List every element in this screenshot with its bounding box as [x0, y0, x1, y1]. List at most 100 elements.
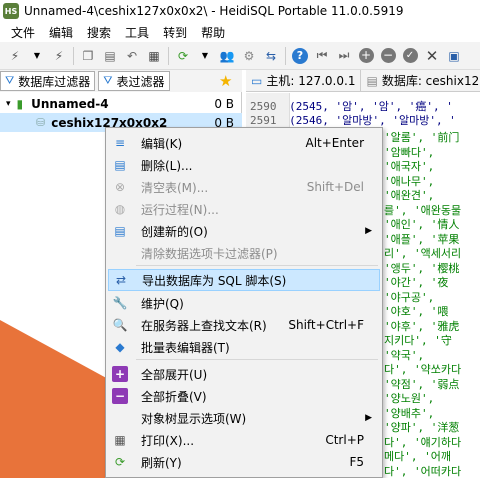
first-record-icon[interactable]: ⏮	[313, 47, 331, 65]
context-menu-item-label: 维护(Q)	[141, 296, 184, 311]
wrench-icon: 🔧	[112, 296, 128, 310]
context-menu-item[interactable]: ⟳ 刷新(Y) F5	[108, 451, 380, 473]
refresh-icon: ⟳	[114, 455, 126, 469]
expand-all-icon: +	[112, 366, 128, 382]
connect-icon[interactable]: ⚡	[6, 47, 24, 65]
host-icon: ▭	[251, 73, 263, 88]
context-menu-item[interactable]: 🔍 在服务器上查找文本(R) Shift+Ctrl+F	[108, 314, 380, 336]
tree-node-server[interactable]: ▾ ▮ Unnamed-4 0 B	[0, 94, 242, 113]
empty-table-icon: ⊗	[114, 180, 126, 194]
context-menu-item-label: 全部折叠(V)	[141, 389, 207, 404]
context-menu-item[interactable]: ◆ 批量表编辑器(T)	[108, 336, 380, 358]
context-menu-item[interactable]: − 全部折叠(V)	[108, 385, 380, 407]
database-filter-label: 数据库过滤器	[18, 74, 91, 89]
database-filter-button[interactable]: ⛛ 数据库过滤器	[0, 71, 96, 91]
table-filter-label: 表过滤器	[116, 74, 165, 89]
refresh-toolbar-icon[interactable]: ⟳	[174, 47, 192, 65]
dropdown-arrow-icon[interactable]: ▼	[28, 47, 46, 65]
context-menu-shortcut: Alt+Enter	[305, 136, 364, 150]
favorite-star-icon[interactable]: ★	[219, 72, 232, 90]
line-number: 2591	[250, 114, 277, 127]
tree-node-label: Unnamed-4	[31, 96, 109, 111]
database-node-icon: ⛁	[36, 116, 46, 129]
collapse-chevron-icon[interactable]: ▾	[6, 99, 11, 109]
run-procedure-icon: ◍	[114, 202, 126, 216]
context-menu-item-label: 编辑(K)	[141, 136, 183, 151]
context-menu-item-label: 刷新(Y)	[141, 455, 182, 470]
print-icon: ▦	[114, 433, 126, 447]
help-icon[interactable]: ?	[291, 47, 309, 65]
context-menu-shortcut: Shift+Del	[306, 180, 364, 194]
context-menu-item[interactable]: ▦ 打印(X)... Ctrl+P	[108, 429, 380, 451]
collapse-all-icon: −	[112, 388, 128, 404]
menu-tools[interactable]: 工具	[118, 24, 156, 41]
paste-icon[interactable]: ▤	[101, 47, 119, 65]
user-manager-icon[interactable]: 👥	[218, 47, 236, 65]
context-menu-item-label: 导出数据库为 SQL 脚本(S)	[142, 273, 287, 288]
context-menu-shortcut: Ctrl+P	[325, 433, 364, 447]
tab-host-label: 主机: 127.0.0.1	[266, 74, 356, 88]
menu-file[interactable]: 文件	[4, 24, 42, 41]
menu-edit[interactable]: 编辑	[42, 24, 80, 41]
add-record-icon[interactable]: +	[357, 47, 375, 65]
context-menu-item-label: 删除(L)...	[141, 158, 193, 173]
orange-decoration	[0, 320, 110, 478]
filter-icon: ⛛	[5, 74, 15, 87]
context-menu: ≡ 编辑(K) Alt+Enter ▤ 删除(L)... ⊗ 清空表(M)... Shift+…	[105, 127, 383, 478]
export-icon: ⇄	[115, 273, 127, 287]
print-toolbar-icon[interactable]: ▦	[145, 47, 163, 65]
code-line: 2590 (2545, '암', '암', '癌', '	[250, 98, 453, 113]
menu-separator	[136, 265, 378, 266]
context-menu-item-label: 打印(X)...	[141, 433, 195, 448]
context-menu-item-label: 清空表(M)...	[141, 180, 209, 195]
tab-database[interactable]: ▤ 数据库: ceshix12	[361, 70, 480, 92]
save-icon[interactable]: ▣	[445, 47, 463, 65]
context-menu-item[interactable]: ▤ 创建新的(O) ▶	[108, 220, 380, 242]
menu-help[interactable]: 帮助	[194, 24, 232, 41]
heidisql-app-icon[interactable]: HS	[3, 3, 19, 19]
context-menu-item-label: 在服务器上查找文本(R)	[141, 318, 267, 333]
tab-database-label: 数据库: ceshix12	[381, 74, 480, 88]
filter-bar: ⛛ 数据库过滤器 ⛛ 表过滤器	[0, 70, 242, 92]
delete-record-icon[interactable]: −	[379, 47, 397, 65]
menu-bar: 文件 编辑 搜索 工具 转到 帮助	[0, 22, 480, 42]
context-menu-item[interactable]: + 全部展开(U)	[108, 363, 380, 385]
orange-shape	[0, 320, 110, 478]
post-record-icon[interactable]: ✓	[401, 47, 419, 65]
context-menu-item[interactable]: 对象树显示选项(W) ▶	[108, 407, 380, 429]
undo-icon[interactable]: ↶	[123, 47, 141, 65]
code-text: (2546, '알마방', '알마방', '	[289, 114, 456, 127]
copy-icon[interactable]: ❐	[79, 47, 97, 65]
server-icon: ▮	[16, 96, 24, 111]
context-menu-item[interactable]: 清除数据选项卡过滤器(P)	[108, 242, 380, 264]
context-menu-item[interactable]: ⊗ 清空表(M)... Shift+Del	[108, 176, 380, 198]
context-menu-item[interactable]: ▤ 删除(L)...	[108, 154, 380, 176]
context-menu-item-label: 创建新的(O)	[141, 224, 208, 239]
filter-icon: ⛛	[103, 74, 113, 87]
dropdown-arrow-icon[interactable]: ▼	[196, 47, 214, 65]
delete-icon: ▤	[114, 158, 126, 172]
table-filter-button[interactable]: ⛛ 表过滤器	[98, 71, 170, 91]
disconnect-icon[interactable]: ⚡	[50, 47, 68, 65]
toolbar-separator	[73, 46, 74, 65]
menu-goto[interactable]: 转到	[156, 24, 194, 41]
edit-icon: ≡	[114, 136, 126, 150]
tab-host[interactable]: ▭ 主机: 127.0.0.1	[246, 69, 362, 92]
context-menu-item[interactable]: ⇄ 导出数据库为 SQL 脚本(S)	[108, 269, 380, 291]
menu-search[interactable]: 搜索	[80, 24, 118, 41]
toolbar-separator	[168, 46, 169, 65]
context-menu-item-label: 批量表编辑器(T)	[141, 340, 230, 355]
cancel-icon[interactable]: ✕	[423, 47, 441, 65]
settings-icon[interactable]: ⚙	[240, 47, 258, 65]
context-menu-item[interactable]: ◍ 运行过程(N)...	[108, 198, 380, 220]
context-menu-shortcut: Shift+Ctrl+F	[288, 318, 364, 332]
context-menu-item[interactable]: 🔧 维护(Q)	[108, 292, 380, 314]
export-toolbar-icon[interactable]: ⇆	[262, 47, 280, 65]
context-menu-shortcut: F5	[349, 455, 364, 469]
context-menu-item[interactable]: ≡ 编辑(K) Alt+Enter	[108, 132, 380, 154]
submenu-arrow-icon: ▶	[365, 226, 372, 236]
toolbar: ⚡ ▼ ⚡ ❐ ▤ ↶ ▦ ⟳ ▼ 👥 ⚙ ⇆ ? ⏮ ⏭ + − ✓ ✕ ▣	[0, 42, 480, 70]
toolbar-separator	[285, 46, 286, 65]
last-record-icon[interactable]: ⏭	[335, 47, 353, 65]
context-menu-item-label: 清除数据选项卡过滤器(P)	[141, 246, 278, 261]
